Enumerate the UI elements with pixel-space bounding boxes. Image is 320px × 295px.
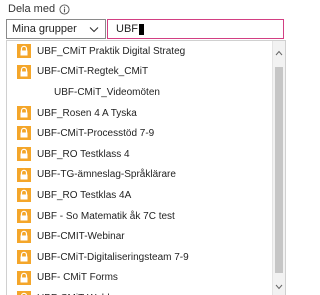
result-item-label: UBF-CMiT-Regtek_CMiT bbox=[37, 66, 149, 78]
search-value: UBF bbox=[116, 23, 138, 35]
chevron-down-icon bbox=[89, 27, 99, 33]
search-results-dropdown: UBF_CMiT Praktik Digital Strateg UBF-CMiT… bbox=[6, 40, 286, 295]
lock-icon bbox=[17, 188, 31, 203]
result-item[interactable]: UBF_RO Testklas 4A bbox=[7, 185, 271, 206]
lock-icon bbox=[17, 146, 31, 161]
result-item[interactable]: UBF-CMiT_Videomöten bbox=[7, 82, 271, 103]
result-item-label: UBF-CMiT-Digitaliseringsteam 7-9 bbox=[37, 251, 189, 263]
result-item[interactable]: UBF - So Matematik åk 7C test bbox=[7, 206, 271, 227]
result-item[interactable]: UBF- CMiT Forms bbox=[7, 268, 271, 289]
result-item[interactable]: UBF-CMiT-Digitaliseringsteam 7-9 bbox=[7, 247, 271, 268]
result-item[interactable]: UBF_Rosen 4 A Tyska bbox=[7, 103, 271, 124]
lock-icon bbox=[17, 64, 31, 79]
lock-icon bbox=[17, 44, 31, 58]
info-icon[interactable] bbox=[59, 3, 70, 15]
lock-icon bbox=[17, 270, 31, 285]
result-item-label: UBF_RO Testklas 4A bbox=[37, 189, 132, 201]
group-scope-select[interactable]: Mina grupper bbox=[6, 19, 106, 39]
result-item-label: UBF-CMIT-Webinar bbox=[37, 231, 125, 243]
result-item[interactable]: UBF-CMIT-Webinar bbox=[7, 226, 271, 247]
lock-icon bbox=[17, 291, 31, 295]
result-item-label: UBF- CMiT Forms bbox=[37, 272, 118, 284]
result-item[interactable]: UBF-CMiT-Regtek_CMiT bbox=[7, 62, 271, 83]
result-item-label: UBF-TG-ämneslag-Språklärare bbox=[37, 169, 176, 181]
scrollbar[interactable] bbox=[272, 41, 285, 295]
text-cursor bbox=[139, 23, 144, 35]
share-with-label: Dela med bbox=[8, 3, 70, 15]
result-item[interactable]: UBF-TG-ämneslag-Språklärare bbox=[7, 165, 271, 186]
lock-icon bbox=[17, 249, 31, 264]
result-item[interactable]: UBF_RO Testklass 4 bbox=[7, 144, 271, 165]
lock-icon bbox=[17, 229, 31, 244]
result-item[interactable]: UBF-CMiT-Webb... bbox=[7, 288, 271, 295]
result-item-label: UBF-CMiT_Videomöten bbox=[54, 86, 160, 98]
result-item-label: UBF - So Matematik åk 7C test bbox=[37, 210, 175, 222]
result-item-label: UBF-CMiT-Processtöd 7-9 bbox=[37, 128, 155, 140]
result-item-label: UBF_CMiT Praktik Digital Strateg bbox=[37, 45, 186, 57]
group-scope-value: Mina grupper bbox=[12, 23, 77, 35]
result-item[interactable]: UBF_CMiT Praktik Digital Strateg bbox=[7, 41, 271, 62]
results-list: UBF_CMiT Praktik Digital Strateg UBF-CMiT… bbox=[7, 41, 271, 295]
scrollbar-thumb[interactable] bbox=[275, 67, 283, 273]
group-search-input[interactable]: UBF bbox=[107, 19, 284, 39]
result-item[interactable]: UBF-CMiT-Processtöd 7-9 bbox=[7, 123, 271, 144]
share-with-text: Dela med bbox=[8, 3, 56, 15]
lock-icon bbox=[17, 208, 31, 223]
scroll-up-arrow-icon[interactable] bbox=[275, 50, 283, 56]
lock-icon bbox=[17, 126, 31, 141]
lock-icon bbox=[17, 105, 31, 120]
result-item-label: UBF_RO Testklass 4 bbox=[37, 148, 130, 160]
lock-icon bbox=[17, 167, 31, 182]
result-item-label: UBF_Rosen 4 A Tyska bbox=[37, 107, 137, 119]
scroll-down-arrow-icon[interactable] bbox=[275, 284, 283, 290]
